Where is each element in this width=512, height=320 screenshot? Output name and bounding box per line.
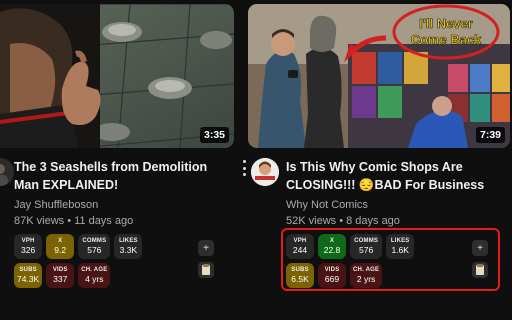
thumbnail-caption-line: I'll Never bbox=[419, 16, 473, 31]
video-duration: 3:35 bbox=[199, 127, 229, 143]
clipboard-icon[interactable] bbox=[198, 262, 214, 278]
video-thumbnail[interactable]: I'll Never Come Back 7:39 bbox=[248, 4, 510, 148]
stat-subs: SUBS 74.3K bbox=[14, 263, 43, 288]
stat-channel-age: CH. AGE 4 yrs bbox=[78, 263, 111, 288]
stat-subs: SUBS 6.5K bbox=[286, 263, 314, 288]
stats-panel: VPH 244 X 22.8 COMMS 576 LIKES 1.6K SUBS… bbox=[286, 234, 415, 288]
video-card-1[interactable]: 3:35 The 3 Seashells from Demolition Man… bbox=[0, 0, 256, 320]
more-options-icon[interactable] bbox=[240, 160, 248, 176]
thumbnail-image: I'll Never Come Back bbox=[248, 4, 510, 148]
stat-vph: VPH 326 bbox=[14, 234, 43, 259]
stat-x: X 22.8 bbox=[318, 234, 346, 259]
channel-name[interactable]: Jay Shuffleboson bbox=[14, 199, 98, 211]
stat-likes: LIKES 1.6K bbox=[386, 234, 415, 259]
stat-vids: VIDS 669 bbox=[318, 263, 346, 288]
stat-x: X 9.2 bbox=[46, 234, 75, 259]
channel-avatar[interactable] bbox=[0, 158, 14, 186]
video-card-2[interactable]: I'll Never Come Back 7:39 Is This Why Co… bbox=[242, 0, 512, 320]
stat-comms: COMMS 576 bbox=[78, 234, 111, 259]
video-title[interactable]: The 3 Seashells from Demolition Man EXPL… bbox=[14, 158, 214, 194]
channel-name[interactable]: Why Not Comics bbox=[286, 199, 368, 211]
thumbnail-caption-line: Come Back bbox=[411, 32, 483, 47]
video-meta: 87K views • 11 days ago bbox=[14, 215, 134, 227]
stat-comms: COMMS 576 bbox=[350, 234, 383, 259]
stat-vph: VPH 244 bbox=[286, 234, 314, 259]
stat-likes: LIKES 3.3K bbox=[114, 234, 143, 259]
video-meta: 52K views • 8 days ago bbox=[286, 215, 400, 227]
video-duration: 7:39 bbox=[475, 127, 505, 143]
channel-avatar[interactable] bbox=[251, 158, 279, 186]
stat-vids: VIDS 337 bbox=[46, 263, 75, 288]
video-title[interactable]: Is This Why Comic Shops Are CLOSING!!! 😔… bbox=[286, 158, 506, 194]
clipboard-icon[interactable] bbox=[472, 262, 488, 278]
add-button[interactable]: + bbox=[472, 240, 488, 256]
stat-channel-age: CH. AGE 2 yrs bbox=[350, 263, 383, 288]
stats-panel: VPH 326 X 9.2 COMMS 576 LIKES 3.3K SUBS … bbox=[14, 234, 143, 288]
video-thumbnail[interactable]: 3:35 bbox=[0, 4, 234, 148]
thumbnail-image bbox=[0, 4, 234, 148]
add-button[interactable]: + bbox=[198, 240, 214, 256]
